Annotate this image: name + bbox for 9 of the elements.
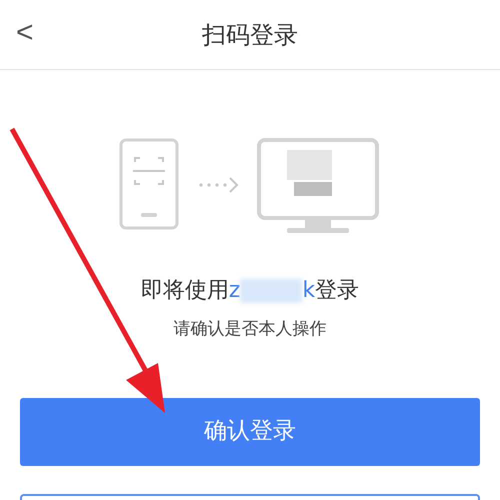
back-button[interactable]: < <box>16 18 34 48</box>
account-start: z <box>228 277 240 305</box>
subtitle: 请确认是否本人操作 <box>174 318 326 341</box>
prompt-text: 登录 <box>315 277 360 305</box>
account-end: k <box>302 277 316 305</box>
prompt-text: 即将使用 <box>140 277 229 305</box>
page-title: 扫码登录 <box>202 20 298 50</box>
confirm-button[interactable]: 确认登录 <box>20 398 480 466</box>
blurred-patch <box>240 278 302 302</box>
